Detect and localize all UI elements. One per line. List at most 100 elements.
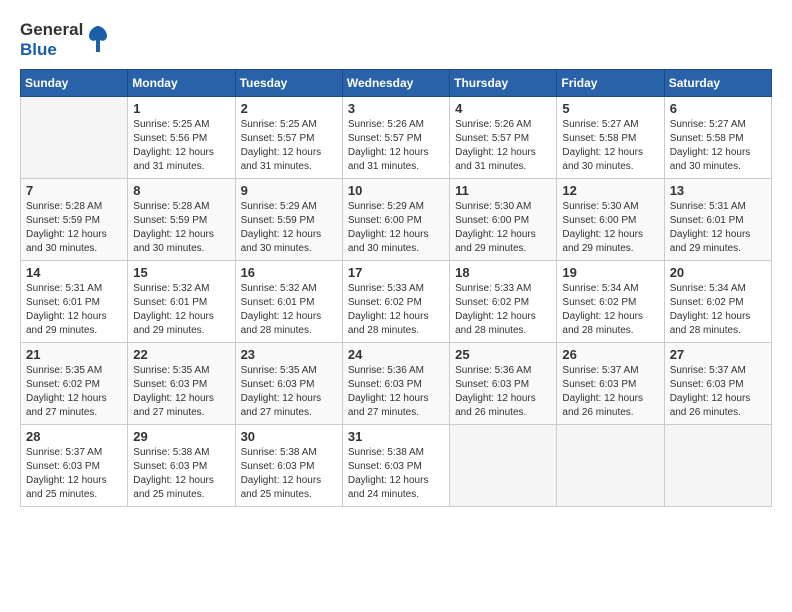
day-number: 30 bbox=[241, 429, 337, 444]
day-info: Sunrise: 5:30 AM Sunset: 6:00 PM Dayligh… bbox=[562, 200, 658, 256]
day-info: Sunrise: 5:33 AM Sunset: 6:02 PM Dayligh… bbox=[455, 282, 551, 338]
calendar-cell: 3 Sunrise: 5:26 AM Sunset: 5:57 PM Daylig… bbox=[342, 97, 449, 179]
day-number: 18 bbox=[455, 265, 551, 280]
day-info: Sunrise: 5:27 AM Sunset: 5:58 PM Dayligh… bbox=[670, 118, 766, 174]
logo-blue-text: Blue bbox=[20, 40, 57, 60]
day-info: Sunrise: 5:38 AM Sunset: 6:03 PM Dayligh… bbox=[241, 446, 337, 502]
calendar-cell: 1Sunrise: 5:25 AM Sunset: 5:56 PM Daylig… bbox=[128, 97, 235, 179]
calendar-week-5: 28Sunrise: 5:37 AM Sunset: 6:03 PM Dayli… bbox=[21, 425, 772, 507]
calendar-cell: 19 Sunrise: 5:34 AM Sunset: 6:02 PM Dayli… bbox=[557, 261, 664, 343]
calendar-table: SundayMondayTuesdayWednesdayThursdayFrid… bbox=[20, 69, 772, 507]
calendar-header-row: SundayMondayTuesdayWednesdayThursdayFrid… bbox=[21, 70, 772, 97]
day-info: Sunrise: 5:34 AM Sunset: 6:02 PM Dayligh… bbox=[670, 282, 766, 338]
day-info: Sunrise: 5:33 AM Sunset: 6:02 PM Dayligh… bbox=[348, 282, 444, 338]
day-number: 27 bbox=[670, 347, 766, 362]
day-number: 21 bbox=[26, 347, 122, 362]
calendar-week-4: 21 Sunrise: 5:35 AM Sunset: 6:02 PM Dayli… bbox=[21, 343, 772, 425]
day-number: 7 bbox=[26, 183, 122, 198]
calendar-cell: 27 Sunrise: 5:37 AM Sunset: 6:03 PM Dayli… bbox=[664, 343, 771, 425]
day-number: 8 bbox=[133, 183, 229, 198]
calendar-cell: 13 Sunrise: 5:31 AM Sunset: 6:01 PM Dayli… bbox=[664, 179, 771, 261]
calendar-cell: 6 Sunrise: 5:27 AM Sunset: 5:58 PM Daylig… bbox=[664, 97, 771, 179]
calendar-cell: 23 Sunrise: 5:35 AM Sunset: 6:03 PM Dayli… bbox=[235, 343, 342, 425]
day-info: Sunrise: 5:31 AM Sunset: 6:01 PM Dayligh… bbox=[670, 200, 766, 256]
day-number: 1 bbox=[133, 101, 229, 116]
day-number: 19 bbox=[562, 265, 658, 280]
day-number: 22 bbox=[133, 347, 229, 362]
logo-container: General Blue bbox=[20, 20, 109, 59]
day-number: 3 bbox=[348, 101, 444, 116]
day-info: Sunrise: 5:35 AM Sunset: 6:02 PM Dayligh… bbox=[26, 364, 122, 420]
day-number: 14 bbox=[26, 265, 122, 280]
calendar-cell bbox=[557, 425, 664, 507]
day-info: Sunrise: 5:35 AM Sunset: 6:03 PM Dayligh… bbox=[241, 364, 337, 420]
day-number: 31 bbox=[348, 429, 444, 444]
calendar-cell: 20 Sunrise: 5:34 AM Sunset: 6:02 PM Dayli… bbox=[664, 261, 771, 343]
column-header-thursday: Thursday bbox=[450, 70, 557, 97]
calendar-cell bbox=[664, 425, 771, 507]
day-info: Sunrise: 5:29 AM Sunset: 5:59 PM Dayligh… bbox=[241, 200, 337, 256]
column-header-monday: Monday bbox=[128, 70, 235, 97]
day-info: Sunrise: 5:26 AM Sunset: 5:57 PM Dayligh… bbox=[455, 118, 551, 174]
page-header: General Blue bbox=[20, 20, 772, 59]
calendar-cell bbox=[21, 97, 128, 179]
day-info: Sunrise: 5:38 AM Sunset: 6:03 PM Dayligh… bbox=[348, 446, 444, 502]
calendar-cell: 18 Sunrise: 5:33 AM Sunset: 6:02 PM Dayli… bbox=[450, 261, 557, 343]
calendar-cell: 15Sunrise: 5:32 AM Sunset: 6:01 PM Dayli… bbox=[128, 261, 235, 343]
day-number: 23 bbox=[241, 347, 337, 362]
column-header-saturday: Saturday bbox=[664, 70, 771, 97]
day-info: Sunrise: 5:30 AM Sunset: 6:00 PM Dayligh… bbox=[455, 200, 551, 256]
day-number: 9 bbox=[241, 183, 337, 198]
day-info: Sunrise: 5:28 AM Sunset: 5:59 PM Dayligh… bbox=[133, 200, 229, 256]
day-number: 17 bbox=[348, 265, 444, 280]
day-info: Sunrise: 5:27 AM Sunset: 5:58 PM Dayligh… bbox=[562, 118, 658, 174]
day-info: Sunrise: 5:37 AM Sunset: 6:03 PM Dayligh… bbox=[670, 364, 766, 420]
day-info: Sunrise: 5:35 AM Sunset: 6:03 PM Dayligh… bbox=[133, 364, 229, 420]
column-header-sunday: Sunday bbox=[21, 70, 128, 97]
logo: General Blue bbox=[20, 20, 109, 59]
day-number: 11 bbox=[455, 183, 551, 198]
calendar-cell: 22 Sunrise: 5:35 AM Sunset: 6:03 PM Dayli… bbox=[128, 343, 235, 425]
logo-bird-icon bbox=[87, 24, 109, 56]
day-info: Sunrise: 5:31 AM Sunset: 6:01 PM Dayligh… bbox=[26, 282, 122, 338]
calendar-cell: 16Sunrise: 5:32 AM Sunset: 6:01 PM Dayli… bbox=[235, 261, 342, 343]
calendar-cell bbox=[450, 425, 557, 507]
day-number: 24 bbox=[348, 347, 444, 362]
day-info: Sunrise: 5:37 AM Sunset: 6:03 PM Dayligh… bbox=[26, 446, 122, 502]
day-number: 25 bbox=[455, 347, 551, 362]
day-info: Sunrise: 5:36 AM Sunset: 6:03 PM Dayligh… bbox=[455, 364, 551, 420]
calendar-cell: 9 Sunrise: 5:29 AM Sunset: 5:59 PM Daylig… bbox=[235, 179, 342, 261]
calendar-cell: 4Sunrise: 5:26 AM Sunset: 5:57 PM Daylig… bbox=[450, 97, 557, 179]
day-number: 13 bbox=[670, 183, 766, 198]
day-number: 10 bbox=[348, 183, 444, 198]
day-info: Sunrise: 5:28 AM Sunset: 5:59 PM Dayligh… bbox=[26, 200, 122, 256]
day-info: Sunrise: 5:26 AM Sunset: 5:57 PM Dayligh… bbox=[348, 118, 444, 174]
day-number: 26 bbox=[562, 347, 658, 362]
day-info: Sunrise: 5:32 AM Sunset: 6:01 PM Dayligh… bbox=[133, 282, 229, 338]
day-number: 12 bbox=[562, 183, 658, 198]
day-number: 29 bbox=[133, 429, 229, 444]
calendar-cell: 8 Sunrise: 5:28 AM Sunset: 5:59 PM Daylig… bbox=[128, 179, 235, 261]
day-info: Sunrise: 5:38 AM Sunset: 6:03 PM Dayligh… bbox=[133, 446, 229, 502]
calendar-cell: 2Sunrise: 5:25 AM Sunset: 5:57 PM Daylig… bbox=[235, 97, 342, 179]
day-number: 16 bbox=[241, 265, 337, 280]
calendar-cell: 29 Sunrise: 5:38 AM Sunset: 6:03 PM Dayli… bbox=[128, 425, 235, 507]
day-info: Sunrise: 5:37 AM Sunset: 6:03 PM Dayligh… bbox=[562, 364, 658, 420]
day-number: 6 bbox=[670, 101, 766, 116]
calendar-cell: 25 Sunrise: 5:36 AM Sunset: 6:03 PM Dayli… bbox=[450, 343, 557, 425]
day-info: Sunrise: 5:34 AM Sunset: 6:02 PM Dayligh… bbox=[562, 282, 658, 338]
calendar-cell: 26 Sunrise: 5:37 AM Sunset: 6:03 PM Dayli… bbox=[557, 343, 664, 425]
calendar-cell: 14 Sunrise: 5:31 AM Sunset: 6:01 PM Dayli… bbox=[21, 261, 128, 343]
column-header-wednesday: Wednesday bbox=[342, 70, 449, 97]
calendar-cell: 10Sunrise: 5:29 AM Sunset: 6:00 PM Dayli… bbox=[342, 179, 449, 261]
calendar-cell: 31 Sunrise: 5:38 AM Sunset: 6:03 PM Dayli… bbox=[342, 425, 449, 507]
day-info: Sunrise: 5:36 AM Sunset: 6:03 PM Dayligh… bbox=[348, 364, 444, 420]
calendar-week-2: 7 Sunrise: 5:28 AM Sunset: 5:59 PM Daylig… bbox=[21, 179, 772, 261]
calendar-cell: 5 Sunrise: 5:27 AM Sunset: 5:58 PM Daylig… bbox=[557, 97, 664, 179]
calendar-cell: 28Sunrise: 5:37 AM Sunset: 6:03 PM Dayli… bbox=[21, 425, 128, 507]
day-number: 20 bbox=[670, 265, 766, 280]
calendar-cell: 7 Sunrise: 5:28 AM Sunset: 5:59 PM Daylig… bbox=[21, 179, 128, 261]
day-number: 5 bbox=[562, 101, 658, 116]
calendar-week-1: 1Sunrise: 5:25 AM Sunset: 5:56 PM Daylig… bbox=[21, 97, 772, 179]
logo-general-text: General bbox=[20, 20, 83, 40]
